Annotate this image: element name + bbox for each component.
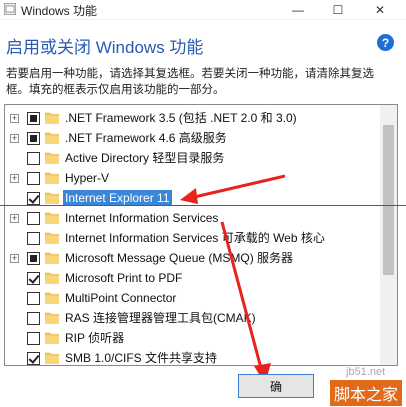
ok-button[interactable]: 确	[238, 374, 314, 398]
arrow-to-ok	[220, 221, 271, 384]
arrow-to-ie11	[180, 174, 286, 204]
watermark-site: jb51.net	[346, 366, 386, 378]
watermark-brand: 脚本之家	[330, 380, 403, 406]
annotation-arrows	[180, 174, 286, 384]
